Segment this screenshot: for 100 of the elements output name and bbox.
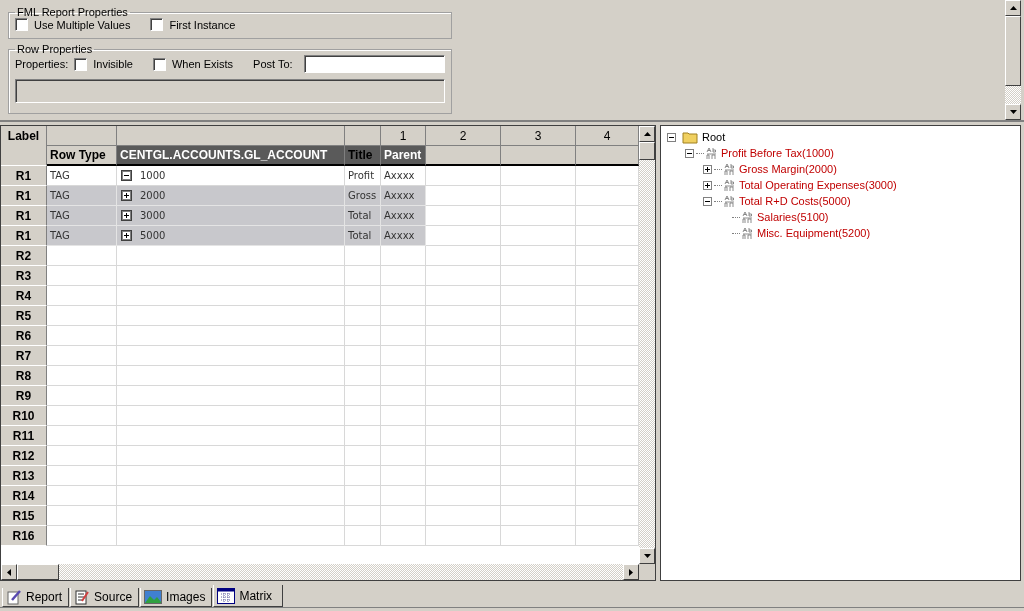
row-header[interactable]: R15 [1, 506, 47, 526]
table-cell: Total [345, 226, 381, 246]
checkbox-label: When Exists [171, 58, 234, 71]
table-cell [47, 286, 117, 306]
collapse-icon[interactable] [703, 196, 712, 206]
expand-icon[interactable] [121, 230, 132, 241]
row-header[interactable]: R11 [1, 426, 47, 446]
pencil-paper-icon [6, 589, 22, 605]
row-header[interactable]: R6 [1, 326, 47, 346]
row-header[interactable]: R1 [1, 206, 47, 226]
checkbox[interactable] [152, 57, 166, 71]
tree-item[interactable]: Profit Before Tax(1000) [721, 147, 834, 159]
expand-icon[interactable] [121, 210, 132, 221]
row-header[interactable]: R1 [1, 166, 47, 186]
up-arrow-icon [643, 132, 651, 136]
row-header[interactable]: R1 [1, 186, 47, 206]
row-header[interactable]: R5 [1, 306, 47, 326]
table-cell [345, 306, 381, 326]
collapse-icon[interactable] [667, 132, 676, 142]
collapse-icon[interactable] [685, 148, 694, 158]
row-header[interactable]: R3 [1, 266, 47, 286]
row-header[interactable]: R2 [1, 246, 47, 266]
column-header[interactable] [426, 146, 501, 166]
scroll-right-button[interactable] [623, 564, 639, 580]
tab[interactable]: Matrix [213, 585, 284, 607]
row-header[interactable]: R14 [1, 486, 47, 506]
tree-item[interactable]: Root [702, 131, 726, 143]
table-cell [381, 446, 426, 466]
up-arrow-icon [1009, 6, 1017, 10]
table-cell [381, 486, 426, 506]
table-cell [345, 286, 381, 306]
table-cell [47, 306, 117, 326]
scroll-down-button[interactable] [639, 548, 655, 564]
expand-icon[interactable] [121, 190, 132, 201]
row-header[interactable]: R13 [1, 466, 47, 486]
column-header[interactable]: CENTGL.ACCOUNTS.GL_ACCOUNT [117, 146, 345, 166]
table-cell: Gross [345, 186, 381, 206]
expand-icon[interactable] [703, 180, 712, 190]
checkbox[interactable] [15, 18, 28, 31]
checkbox-label: Invisible [93, 58, 133, 71]
tree-item[interactable]: Gross Margin(2000) [739, 163, 837, 175]
column-header[interactable] [576, 146, 639, 166]
table-cell [345, 506, 381, 526]
table-cell [345, 486, 381, 506]
table-cell: 5000 [117, 226, 345, 246]
post-to-label: Post To: [253, 58, 293, 71]
table-cell [381, 246, 426, 266]
row-header[interactable]: R8 [1, 366, 47, 386]
scroll-thumb[interactable] [1005, 16, 1021, 86]
tree-item[interactable]: Total R+D Costs(5000) [739, 195, 851, 207]
row-header[interactable]: R1 [1, 226, 47, 246]
text-field-icon [742, 210, 753, 224]
tree-item[interactable]: Salaries(5100) [757, 211, 829, 223]
tab[interactable]: Report [2, 588, 70, 607]
scroll-thumb[interactable] [639, 142, 655, 160]
scroll-thumb[interactable] [17, 564, 59, 580]
scroll-down-button[interactable] [1005, 104, 1021, 120]
row-header[interactable]: R4 [1, 286, 47, 306]
table-cell: Axxxx [381, 206, 426, 226]
column-header[interactable]: Row Type [47, 146, 117, 166]
table-cell [381, 366, 426, 386]
scroll-left-button[interactable] [1, 564, 17, 580]
landscape-picture-icon [144, 590, 163, 604]
table-cell [345, 346, 381, 366]
column-number: 1 [381, 126, 426, 146]
table-cell [47, 486, 117, 506]
table-cell [47, 246, 117, 266]
group-title: FML Report Properties [16, 6, 129, 18]
table-cell [381, 326, 426, 346]
tab[interactable]: Images [140, 588, 213, 607]
checkbox[interactable] [150, 18, 164, 31]
tree-item[interactable]: Total Operating Expenses(3000) [739, 179, 897, 191]
scroll-up-button[interactable] [1005, 0, 1021, 16]
text-field-icon [742, 226, 753, 240]
column-header[interactable] [501, 146, 576, 166]
document-edit-icon [74, 589, 91, 605]
table-cell [47, 466, 117, 486]
properties-label: Properties: [15, 58, 69, 71]
tree-item[interactable]: Misc. Equipment(5200) [757, 227, 871, 239]
table-cell [381, 506, 426, 526]
row-header[interactable]: R10 [1, 406, 47, 426]
table-cell [381, 526, 426, 546]
expand-icon[interactable] [703, 164, 712, 174]
column-header[interactable]: Parent [381, 146, 426, 166]
row-header[interactable]: R16 [1, 526, 47, 546]
tab[interactable]: Source [70, 588, 140, 607]
table-cell: TAG [47, 186, 117, 206]
post-to-field[interactable] [304, 55, 445, 74]
collapse-icon[interactable] [121, 170, 132, 181]
table-cell [381, 266, 426, 286]
table-cell: 3000 [117, 206, 345, 226]
scroll-up-button[interactable] [639, 126, 655, 142]
row-header[interactable]: R7 [1, 346, 47, 366]
table-cell [47, 426, 117, 446]
table-cell [345, 446, 381, 466]
row-header[interactable]: R9 [1, 386, 47, 406]
table-cell: Axxxx [381, 186, 426, 206]
checkbox[interactable] [74, 57, 88, 71]
row-header[interactable]: R12 [1, 446, 47, 466]
table-cell [345, 526, 381, 546]
